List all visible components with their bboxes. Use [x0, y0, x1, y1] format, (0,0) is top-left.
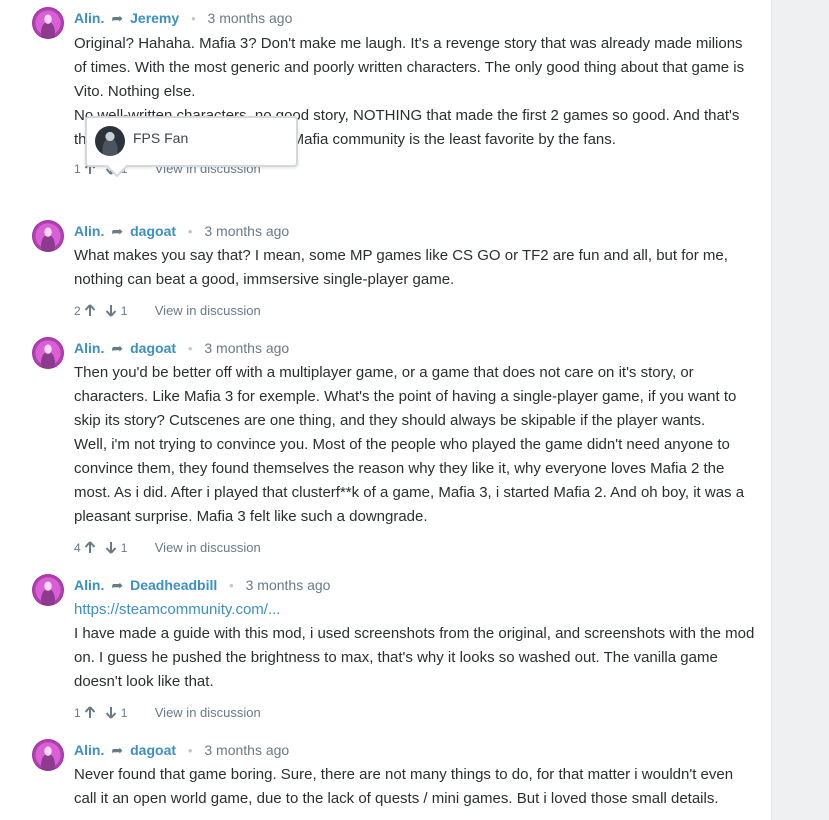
view-in-discussion-link[interactable]: View in discussion: [155, 303, 261, 318]
timestamp-link[interactable]: 3 months ago: [208, 10, 293, 26]
reply-target-link[interactable]: Jeremy: [130, 10, 179, 26]
comment-text: Never found that game boring. Sure, ther…: [74, 763, 757, 811]
author-link[interactable]: Alin.: [74, 340, 104, 356]
comment-meta: Alin. ➦ Deadheadbill • 3 months ago: [74, 574, 757, 596]
view-in-discussion-link[interactable]: View in discussion: [155, 540, 261, 555]
downvote-count: 1: [120, 304, 128, 318]
arrow-up-icon: [84, 541, 96, 553]
comment-paragraph: Then you'd be better off with a multipla…: [74, 364, 737, 429]
comment-actions: 2 1 View in discussion: [74, 303, 757, 319]
comment-meta: Alin. ➦ dagoat • 3 months ago: [74, 220, 757, 242]
hover-card-username[interactable]: FPS Fan: [133, 130, 188, 146]
view-in-discussion-link[interactable]: View in discussion: [155, 705, 261, 720]
comment-text: Then you'd be better off with a multipla…: [74, 361, 757, 529]
comment: Alin. ➦ dagoat • 3 months ago Never foun…: [32, 739, 757, 811]
comment-actions: 4 1 View in discussion: [74, 540, 757, 556]
timestamp-link[interactable]: 3 months ago: [246, 577, 331, 593]
comment-meta: Alin. ➦ dagoat • 3 months ago: [74, 337, 757, 359]
reply-target-link[interactable]: Deadheadbill: [130, 577, 217, 593]
comment-paragraph: I have made a guide with this mod, i use…: [74, 625, 755, 690]
reply-arrow-icon: ➦: [111, 223, 124, 239]
reply-arrow-icon: ➦: [111, 340, 124, 356]
external-link[interactable]: https://steamcommunity.com/...: [74, 598, 757, 622]
upvote-button[interactable]: 1: [74, 705, 96, 721]
upvote-button[interactable]: 2: [74, 303, 96, 319]
avatar[interactable]: [32, 739, 64, 771]
author-link[interactable]: Alin.: [74, 223, 104, 239]
downvote-button[interactable]: 1: [105, 540, 127, 556]
separator-dot: •: [187, 224, 193, 239]
arrow-down-icon: [106, 542, 117, 554]
arrow-down-icon: [106, 707, 117, 719]
comment: Alin. ➦ dagoat • 3 months ago What makes…: [32, 220, 757, 319]
avatar[interactable]: [32, 337, 64, 369]
comment-meta: Alin. ➦ dagoat • 3 months ago: [74, 739, 757, 761]
avatar[interactable]: [32, 574, 64, 606]
arrow-up-icon: [84, 706, 96, 718]
arrow-down-icon: [106, 305, 117, 317]
comment-paragraph: Original? Hahaha. Mafia 3? Don't make me…: [74, 35, 745, 100]
reply-arrow-icon: ➦: [111, 10, 124, 26]
upvote-count: 1: [74, 706, 81, 720]
separator-dot: •: [229, 578, 234, 593]
reply-target-link[interactable]: dagoat: [130, 223, 176, 239]
downvote-count: 1: [120, 541, 128, 555]
timestamp-link[interactable]: 3 months ago: [204, 340, 289, 356]
author-link[interactable]: Alin.: [74, 10, 104, 26]
author-link[interactable]: Alin.: [74, 577, 104, 593]
comment-meta: Alin. ➦ Jeremy • 3 months ago: [74, 7, 757, 29]
author-link[interactable]: Alin.: [74, 742, 104, 758]
timestamp-link[interactable]: 3 months ago: [204, 742, 289, 758]
downvote-count: 1: [120, 706, 128, 720]
upvote-count: 4: [74, 541, 81, 555]
separator-dot: •: [187, 341, 193, 356]
avatar[interactable]: [32, 7, 64, 39]
comment-paragraph: What makes you say that? I mean, some MP…: [74, 247, 728, 288]
upvote-count: 1: [74, 162, 81, 176]
comment-thread-panel: Alin. ➦ Jeremy • 3 months ago Original? …: [0, 0, 772, 820]
avatar[interactable]: [95, 126, 125, 156]
upvote-button[interactable]: 4: [74, 540, 96, 556]
reply-arrow-icon: ➦: [111, 742, 124, 758]
user-hover-card[interactable]: FPS Fan: [85, 116, 298, 167]
reply-target-link[interactable]: dagoat: [130, 742, 176, 758]
comment-paragraph: Never found that game boring. Sure, ther…: [74, 766, 734, 807]
arrow-up-icon: [84, 304, 96, 316]
downvote-button[interactable]: 1: [105, 705, 127, 721]
comment-actions: 1 1 View in discussion: [74, 705, 757, 721]
timestamp-link[interactable]: 3 months ago: [204, 223, 289, 239]
avatar[interactable]: [32, 220, 64, 252]
downvote-button[interactable]: 1: [105, 303, 127, 319]
comment: Alin. ➦ Deadheadbill • 3 months ago http…: [32, 574, 757, 721]
comment: Alin. ➦ dagoat • 3 months ago Then you'd…: [32, 337, 757, 556]
comment-text: What makes you say that? I mean, some MP…: [74, 244, 757, 292]
comment-paragraph: Well, i'm not trying to convince you. Mo…: [74, 436, 745, 525]
comment-text: https://steamcommunity.com/... I have ma…: [74, 598, 757, 694]
separator-dot: •: [187, 743, 193, 758]
reply-arrow-icon: ➦: [111, 577, 124, 593]
reply-target-link[interactable]: dagoat: [130, 340, 176, 356]
separator-dot: •: [191, 11, 196, 26]
upvote-count: 2: [74, 304, 81, 318]
